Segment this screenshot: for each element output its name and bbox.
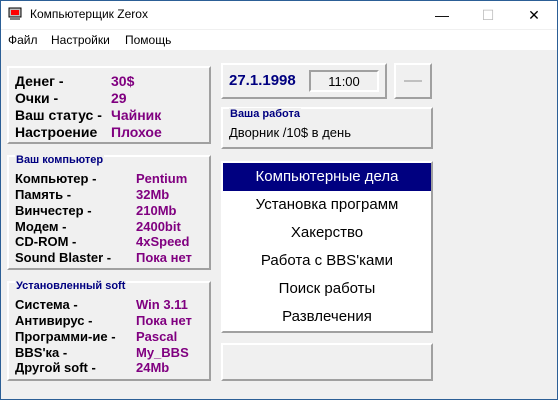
- other-soft-row-value: 24Mb: [136, 360, 170, 375]
- other-soft-row-label: Другой soft -: [15, 360, 96, 375]
- minus-icon: [404, 80, 422, 82]
- action-computer-matters[interactable]: Компьютерные дела: [223, 163, 431, 191]
- action-job-search[interactable]: Поиск работы: [223, 275, 431, 303]
- rank-label: Ваш статус -: [15, 107, 102, 123]
- mood-label: Настроение: [15, 124, 98, 140]
- computer-row-value: Pentium: [136, 171, 188, 186]
- action-entertainment[interactable]: Развлечения: [223, 303, 431, 331]
- sound-row-value: Пока нет: [136, 250, 192, 265]
- client-area: Денег - 30$ Очки - 29 Ваш статус - Чайни…: [1, 51, 557, 399]
- bbs-row-label: BBS'ка -: [15, 345, 68, 360]
- software-group: Установленный soft Система - Win 3.11 Ан…: [7, 280, 211, 381]
- menu-file[interactable]: Файл: [8, 33, 38, 47]
- cdrom-row-value: 4xSpeed: [136, 234, 190, 249]
- app-window: Компьютерщик Zerox — ☐ ✕ Файл Настройки …: [0, 0, 558, 400]
- programming-row-value: Pascal: [136, 329, 178, 344]
- app-computer-icon: [8, 7, 22, 20]
- hdd-row-label: Винчестер -: [15, 203, 92, 218]
- action-list[interactable]: Компьютерные дела Установка программ Хак…: [221, 161, 433, 333]
- menu-help[interactable]: Помощь: [125, 33, 171, 47]
- job-group: Ваша работа Дворник /10$ в день: [221, 107, 433, 149]
- action-hacking[interactable]: Хакерство: [223, 219, 431, 247]
- computer-group-title: Ваш компьютер: [15, 154, 105, 166]
- menu-settings[interactable]: Настройки: [51, 33, 110, 47]
- job-group-title: Ваша работа: [229, 108, 301, 120]
- status-panel: Денег - 30$ Очки - 29 Ваш статус - Чайни…: [7, 66, 211, 144]
- cdrom-row-label: CD-ROM -: [15, 234, 77, 249]
- money-label: Денег -: [15, 73, 64, 89]
- computer-row-label: Компьютер -: [15, 171, 97, 186]
- hdd-row-value: 210Mb: [136, 203, 177, 218]
- action-install-programs[interactable]: Установка программ: [223, 191, 431, 219]
- modem-row-label: Модем -: [15, 219, 67, 234]
- title-bar[interactable]: Компьютерщик Zerox — ☐ ✕: [1, 1, 557, 29]
- time-display: 11:00: [328, 74, 360, 89]
- bbs-row-value: My_BBS: [136, 345, 189, 360]
- programming-row-label: Программи-ие -: [15, 329, 116, 344]
- message-panel: [221, 343, 433, 381]
- job-text: Дворник /10$ в день: [229, 125, 351, 140]
- maximize-button: ☐: [481, 7, 495, 23]
- money-value: 30$: [111, 73, 135, 89]
- score-value: 29: [111, 90, 127, 106]
- software-group-title: Установленный soft: [15, 280, 127, 292]
- minus-button[interactable]: [394, 63, 432, 99]
- os-row-label: Система -: [15, 297, 78, 312]
- antivirus-row-value: Пока нет: [136, 313, 192, 328]
- date-display: 27.1.1998: [229, 72, 296, 89]
- menu-bar: Файл Настройки Помощь: [1, 30, 557, 50]
- score-label: Очки -: [15, 90, 59, 106]
- rank-value: Чайник: [111, 107, 162, 123]
- memory-row-value: 32Mb: [136, 187, 170, 202]
- computer-group: Ваш компьютер Компьютер - Pentium Память…: [7, 154, 211, 270]
- modem-row-value: 2400bit: [136, 219, 181, 234]
- window-title: Компьютерщик Zerox: [30, 7, 148, 21]
- minimize-button[interactable]: —: [419, 1, 465, 29]
- sound-row-label: Sound Blaster -: [15, 250, 112, 265]
- antivirus-row-label: Антивирус -: [15, 313, 93, 328]
- datetime-panel: 27.1.1998 11:00: [221, 63, 387, 99]
- mood-value: Плохое: [111, 124, 162, 140]
- close-button[interactable]: ✕: [511, 1, 557, 29]
- action-bbs-work[interactable]: Работа с BBS'ками: [223, 247, 431, 275]
- os-row-value: Win 3.11: [136, 297, 188, 312]
- memory-row-label: Память -: [15, 187, 72, 202]
- time-box: 11:00: [309, 70, 379, 92]
